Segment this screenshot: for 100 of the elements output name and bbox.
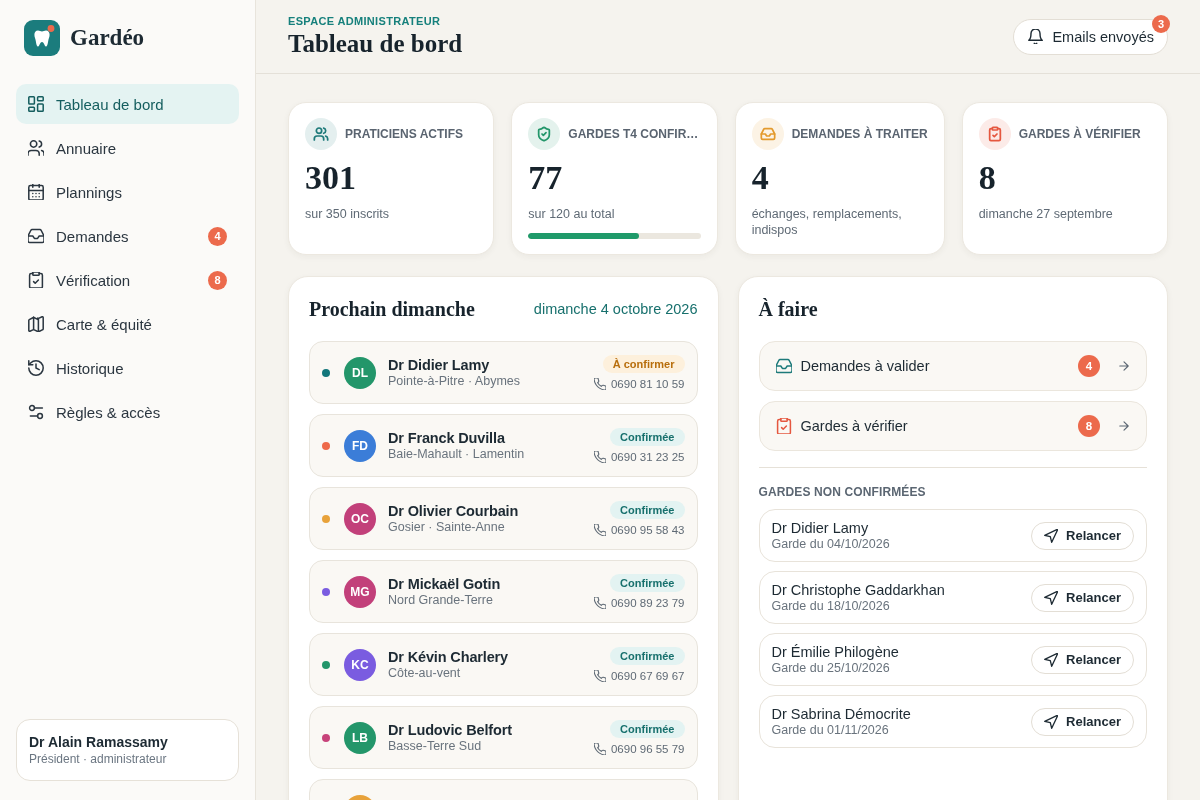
todo-item[interactable]: Demandes à valider 4 xyxy=(758,341,1147,391)
send-icon xyxy=(1044,528,1059,543)
phone-icon xyxy=(593,524,606,536)
sidebar-item[interactable]: Annuaire xyxy=(16,128,239,168)
sidebar-item[interactable]: Demandes 4 xyxy=(16,216,239,256)
phone-icon xyxy=(593,743,606,755)
inbox-icon xyxy=(28,228,44,244)
sidebar-item[interactable]: Historique xyxy=(16,348,239,388)
shift-date: Garde du 04/10/2026 xyxy=(771,537,891,551)
phone-number: 0690 67 69 67 xyxy=(610,670,685,682)
phone-number: 0690 89 23 79 xyxy=(610,597,685,609)
todo-item[interactable]: Gardes à vérifier 8 xyxy=(758,401,1147,451)
doctor-name: Dr Christophe Gaddarkhan xyxy=(771,582,946,598)
bell-icon xyxy=(1028,29,1044,44)
doctor-area: Côte-au-vent xyxy=(388,666,594,680)
clipboard-check-icon xyxy=(28,272,44,288)
doctor-name: Dr Mickaël Gotin xyxy=(388,576,502,592)
doctor-card[interactable]: LB Dr Ludovic Belfort Basse-Terre Sud Confirmée 0690 96 55 79 xyxy=(309,706,698,769)
user-name: Dr Alain Ramassamy xyxy=(29,734,169,750)
emails-button[interactable]: Emails envoyés 3 xyxy=(1013,18,1168,55)
stat-label: GARDES À VÉRIFIER xyxy=(1018,127,1141,141)
send-icon xyxy=(1044,714,1059,729)
doctor-area: Basse-Terre Sud xyxy=(388,739,594,753)
remind-button[interactable]: Relancer xyxy=(1031,645,1134,674)
user-card[interactable]: Dr Alain Ramassamy Président · administrateur xyxy=(16,719,239,781)
status-badge: Confirmée xyxy=(610,428,685,446)
phone-icon xyxy=(593,451,606,463)
doctor-name: Dr Didier Lamy xyxy=(388,357,491,373)
inbox-icon xyxy=(751,118,784,150)
doctor-card[interactable]: FD Dr Franck Duvilla Baie-Mahault · Lamentin Confirmée 0690 31 23 25 xyxy=(309,414,698,477)
sidebar-item[interactable]: Règles & accès xyxy=(16,392,239,432)
stat-subtitle: échanges, remplacements, indispos xyxy=(751,206,903,238)
shield-check-icon xyxy=(528,118,561,150)
history-icon xyxy=(28,360,44,376)
clipboard-check-icon xyxy=(978,118,1011,150)
doctor-name: Dr Sabrina Démocrite xyxy=(771,706,912,722)
sidebar-item[interactable]: Vérification 8 xyxy=(16,260,239,300)
doctor-card[interactable]: KC Dr Kévin Charlery Côte-au-vent Confirmée 0690 67 69 67 xyxy=(309,633,698,696)
avatar: MG xyxy=(344,575,376,608)
stat-subtitle: sur 120 au total xyxy=(528,206,616,222)
notification-badge: 3 xyxy=(1152,14,1170,33)
stat-value: 8 xyxy=(978,158,997,198)
phone-number: 0690 96 55 79 xyxy=(610,743,685,755)
remind-button[interactable]: Relancer xyxy=(1031,583,1134,612)
doctor-name: Dr Kévin Charlery xyxy=(388,649,510,665)
panel-title: Prochain dimanche xyxy=(309,297,475,321)
doctor-name: Dr Franck Duvilla xyxy=(388,430,506,446)
tooth-logo-icon xyxy=(24,20,60,56)
arrow-right-icon xyxy=(1118,420,1130,432)
avatar: DL xyxy=(344,356,376,389)
send-icon xyxy=(1044,590,1059,605)
count-badge: 8 xyxy=(208,270,227,290)
phone-number: 0690 81 10 59 xyxy=(610,378,685,390)
page-title: Tableau de bord xyxy=(288,30,463,58)
stat-value: 4 xyxy=(751,158,770,198)
count-badge: 8 xyxy=(1078,415,1100,437)
phone-icon xyxy=(593,378,606,390)
status-badge: À confirmer xyxy=(602,355,685,373)
remind-button[interactable]: Relancer xyxy=(1031,521,1134,550)
panel-title: À faire xyxy=(758,297,818,321)
doctor-name: Dr Ludovic Belfort xyxy=(388,722,513,738)
doctor-card[interactable]: OC Dr Olivier Courbain Gosier · Sainte-Anne Confirmée 0690 95 58 43 xyxy=(309,487,698,550)
users-icon xyxy=(28,140,44,156)
stat-value: 301 xyxy=(305,158,357,198)
stat-label: GARDES T4 CONFIR… xyxy=(568,127,699,141)
doctor-area: Gosier · Sainte-Anne xyxy=(388,520,594,534)
count-badge: 4 xyxy=(208,226,227,246)
doctor-name: Dr Olivier Courbain xyxy=(388,503,520,519)
doctor-name: Dr Émilie Philogène xyxy=(771,644,900,660)
send-icon xyxy=(1044,652,1059,667)
avatar: LB xyxy=(344,721,376,754)
user-role: Président · administrateur xyxy=(29,752,168,766)
shift-date: Garde du 18/10/2026 xyxy=(771,599,891,613)
shift-date: Garde du 25/10/2026 xyxy=(771,661,891,675)
status-badge: Confirmée xyxy=(610,647,685,665)
stat-subtitle: dimanche 27 septembre xyxy=(978,206,1114,222)
status-badge: Confirmée xyxy=(610,501,685,519)
stat-subtitle: sur 350 inscrits xyxy=(305,206,391,222)
sidebar-item[interactable]: Tableau de bord xyxy=(16,84,239,124)
phone-number: 0690 95 58 43 xyxy=(610,524,685,536)
doctor-name: Dr Didier Lamy xyxy=(771,520,870,536)
section-label: GARDES NON CONFIRMÉES xyxy=(758,485,927,499)
doctor-card[interactable]: MG Dr Mickaël Gotin Nord Grande-Terre Confirmée 0690 89 23 79 xyxy=(309,560,698,623)
phone-icon xyxy=(593,670,606,682)
sliders-icon xyxy=(28,404,44,420)
remind-button[interactable]: Relancer xyxy=(1031,707,1134,736)
shift-date: Garde du 01/11/2026 xyxy=(771,723,890,737)
sidebar-item[interactable]: Carte & équité xyxy=(16,304,239,344)
doctor-card[interactable]: DL Dr Didier Lamy Pointe-à-Pitre · Abymes À confirmer 0690 81 10 59 xyxy=(309,341,698,404)
doctor-area: Pointe-à-Pitre · Abymes xyxy=(388,374,594,388)
sidebar-item[interactable]: Plannings xyxy=(16,172,239,212)
stat-value: 77 xyxy=(528,158,564,198)
arrow-right-icon xyxy=(1118,360,1130,372)
stat-label: PRATICIENS ACTIFS xyxy=(345,127,463,141)
avatar: OC xyxy=(344,502,376,535)
section-eyebrow: ESPACE ADMINISTRATEUR xyxy=(288,15,442,27)
panel-date: dimanche 4 octobre 2026 xyxy=(533,301,698,317)
avatar: KC xyxy=(344,648,376,681)
doctor-area: Baie-Mahault · Lamentin xyxy=(388,447,594,461)
users-icon xyxy=(305,118,337,150)
